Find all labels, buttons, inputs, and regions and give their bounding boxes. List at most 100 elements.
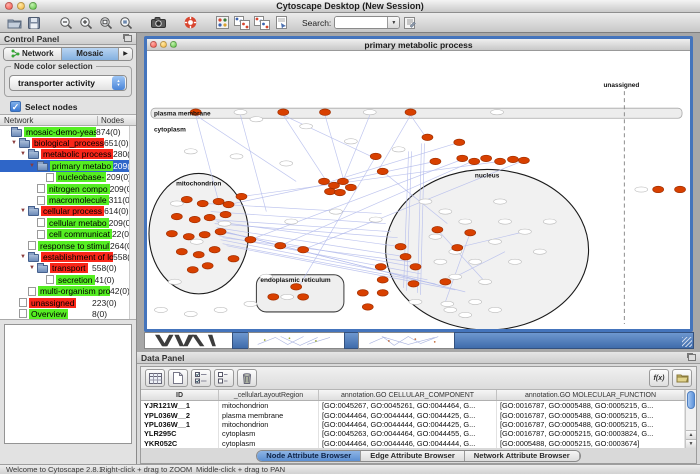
tree-node-icon xyxy=(46,173,54,182)
network-tree-row[interactable]: ▼ transport 558(0) xyxy=(0,263,136,274)
unselect-attributes-button[interactable] xyxy=(214,369,234,387)
table-row[interactable]: YPL036W__2 plasma membrane [GO:0044464, … xyxy=(141,410,685,419)
tree-node-icon xyxy=(28,151,39,159)
data-panel: Data Panel f xyxy=(137,352,700,464)
background-window-fragment[interactable] xyxy=(144,332,232,349)
select-nodes-checkbox[interactable]: ✓ xyxy=(10,101,21,112)
scrollbar-thumb[interactable] xyxy=(687,391,695,409)
background-window-fragment[interactable] xyxy=(358,332,454,349)
snapshot-button[interactable] xyxy=(148,14,168,31)
chevron-right-icon: ▶ xyxy=(123,50,128,57)
help-button[interactable] xyxy=(180,14,200,31)
background-window-fragment[interactable] xyxy=(232,332,248,349)
select-nodes-row: ✓ Select nodes xyxy=(0,99,136,114)
vizmapper-button[interactable] xyxy=(212,14,232,31)
tree-row-label: unassigned xyxy=(29,298,76,308)
zoom-in-button[interactable] xyxy=(76,14,96,31)
network-tree-row[interactable]: ▼ primary metabo 209(... xyxy=(0,160,136,171)
zoom-fit-button[interactable] xyxy=(96,14,116,31)
select-attributes-button[interactable] xyxy=(191,369,211,387)
status-welcome: Welcome to Cytoscape 2.8.1 xyxy=(6,465,103,474)
configure-search-button[interactable] xyxy=(400,14,420,31)
annotation-button[interactable] xyxy=(272,14,292,31)
column-layout-region[interactable]: _cellularLayoutRegion xyxy=(219,390,319,400)
tree-row-label: cellular metabo xyxy=(47,218,109,228)
tree-expand-icon[interactable]: ▼ xyxy=(20,208,28,214)
svg-text:mitochondrion: mitochondrion xyxy=(176,180,221,187)
delete-attribute-button[interactable] xyxy=(237,369,257,387)
table-row[interactable]: YJR121W__1 mitochondrion [GO:0045267, GO… xyxy=(141,401,685,410)
control-panel-header: Control Panel xyxy=(0,33,136,45)
cell-region: mitochondrion xyxy=(219,401,319,410)
tab-mosaic[interactable]: Mosaic xyxy=(62,48,120,60)
network-window-titlebar[interactable]: primary metabolic process xyxy=(147,39,690,51)
scroll-up-button[interactable]: ▲ xyxy=(686,430,696,439)
tree-expand-icon[interactable]: ▼ xyxy=(11,140,19,146)
tree-expand-icon[interactable]: ▼ xyxy=(20,254,28,260)
merge-networks-button[interactable] xyxy=(232,14,252,31)
birds-eye-view[interactable] xyxy=(4,324,132,444)
tab-overflow-button[interactable]: ▶ xyxy=(119,48,132,60)
network-tree-row[interactable]: ▼ biological_process 651(0) xyxy=(0,137,136,148)
search-input[interactable] xyxy=(335,17,387,28)
column-molecular-function[interactable]: annotation.GO MOLECULAR_FUNCTION xyxy=(497,390,685,400)
control-panel-title: Control Panel xyxy=(4,34,59,44)
network-tree-row[interactable]: Overview 8(0) xyxy=(0,308,136,319)
status-zoom-hint: Right-click + drag to ZOOM xyxy=(100,465,192,474)
background-window-fragment[interactable] xyxy=(248,332,344,349)
node-color-select[interactable]: transporter activity ▲▼ xyxy=(9,75,127,91)
open-session-button[interactable] xyxy=(4,14,24,31)
float-panel-icon[interactable] xyxy=(124,35,132,42)
column-cellular-component[interactable]: annotation.GO CELLULAR_COMPONENT xyxy=(319,390,497,400)
network-tree-row[interactable]: unassigned 223(0) xyxy=(0,297,136,308)
tree-row-label: establishment of lo xyxy=(41,252,113,262)
column-nodes[interactable]: Nodes xyxy=(98,116,136,125)
network-canvas[interactable]: plasma membranecytoplasmmitochondrionnuc… xyxy=(147,51,690,329)
tab-network[interactable]: Network xyxy=(4,48,62,60)
resize-grip-icon[interactable] xyxy=(682,337,692,347)
tree-expand-icon[interactable]: ▼ xyxy=(29,265,37,271)
network-tree-row[interactable]: macromolecule 311(0) xyxy=(0,194,136,205)
attribute-matrix-button[interactable] xyxy=(145,369,165,387)
table-row[interactable]: YPL036W__1 mitochondrion [GO:0044464, GO… xyxy=(141,420,685,429)
import-attributes-button[interactable] xyxy=(672,369,692,387)
cell-function: [GO:0016787, GO:0005488, GO:0005215, G..… xyxy=(497,410,685,419)
network-tree-row[interactable]: secretion 41(0) xyxy=(0,274,136,285)
compare-networks-button[interactable] xyxy=(252,14,272,31)
tree-scrollbar[interactable] xyxy=(129,126,136,319)
network-tree-row[interactable]: ▼ establishment of lo 558(0) xyxy=(0,251,136,262)
column-network[interactable]: Network xyxy=(0,116,98,125)
tree-expand-icon[interactable]: ▼ xyxy=(29,163,37,169)
browser-tab[interactable]: Node Attribute Browser xyxy=(257,451,361,461)
scroll-down-button[interactable]: ▼ xyxy=(686,439,696,448)
save-session-button[interactable] xyxy=(24,14,44,31)
window-frame-bottom[interactable] xyxy=(454,332,694,349)
network-tree-row[interactable]: response to stimul 264(0) xyxy=(0,240,136,251)
background-window-fragment[interactable] xyxy=(344,332,358,349)
network-tree-row[interactable]: nucleobase- 209(0) xyxy=(0,172,136,183)
window-thumbnail xyxy=(359,333,454,348)
float-panel-icon[interactable] xyxy=(688,354,696,361)
network-tree-row[interactable]: cellular metabo 209(0) xyxy=(0,217,136,228)
cytoscape-app: Cytoscape Desktop (New Session) xyxy=(0,0,700,474)
zoom-selected-button[interactable] xyxy=(116,14,136,31)
search-dropdown-button[interactable]: ▼ xyxy=(387,16,399,29)
network-tree-row[interactable]: ▼ metabolic process 280(0) xyxy=(0,149,136,160)
network-tree-row[interactable]: cell communicat 22(0) xyxy=(0,229,136,240)
formula-builder-button[interactable]: f(x) xyxy=(649,369,669,387)
table-row[interactable]: YKR052C cytoplasm [GO:0044464, GO:004444… xyxy=(141,439,685,448)
tree-expand-icon[interactable]: ▼ xyxy=(20,151,28,157)
table-row[interactable]: YLR295C cytoplasm [GO:0045263, GO:004446… xyxy=(141,429,685,438)
search-label: Search: xyxy=(302,18,331,28)
network-tree-row[interactable]: multi-organism pro 42(0) xyxy=(0,285,136,296)
network-tree-row[interactable]: ▼ cellular process 614(0) xyxy=(0,206,136,217)
table-scrollbar[interactable]: ▲ ▼ xyxy=(685,390,696,448)
column-id[interactable]: ID xyxy=(141,390,219,400)
network-tree-row[interactable]: mosaic-demo-yeast 874(0) xyxy=(0,126,136,137)
new-attribute-button[interactable] xyxy=(168,369,188,387)
zoom-out-button[interactable] xyxy=(56,14,76,31)
browser-tab[interactable]: Edge Attribute Browser xyxy=(361,451,465,461)
browser-tab[interactable]: Network Attribute Browser xyxy=(465,451,580,461)
network-overlay-icon-2 xyxy=(254,16,270,30)
network-tree-row[interactable]: nitrogen compo 209(0) xyxy=(0,183,136,194)
